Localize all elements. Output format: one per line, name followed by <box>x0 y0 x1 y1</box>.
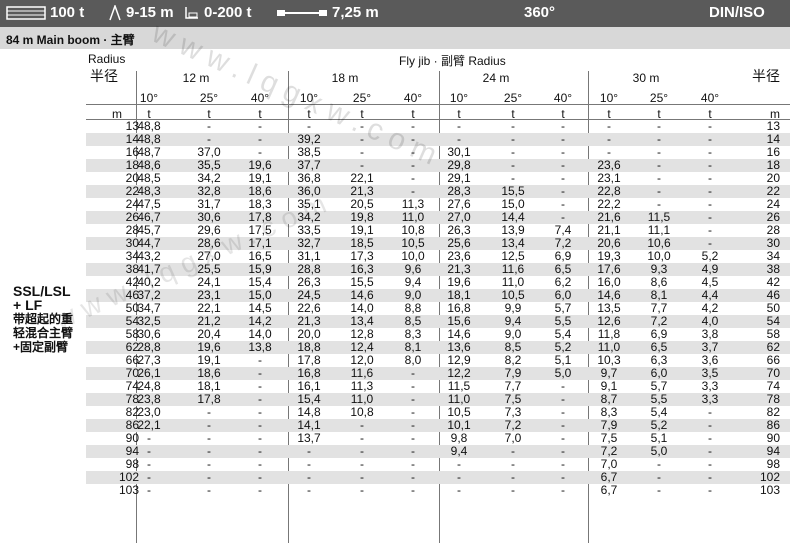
sl-counterweight-label: 0-200 t <box>204 4 252 21</box>
width-label: 7,25 m <box>332 4 379 21</box>
table-row: 94- - - - - -9,4- -7,2 5,0-94 <box>86 445 790 458</box>
angle-header-11: 25° <box>649 91 669 105</box>
radius-header-right-cn: 半径 <box>752 68 780 84</box>
table-row: 20 48,5 34,2 19,1 36,8 22,1-29,1- -23,1- -20 <box>86 172 790 185</box>
table-row: 42 40,2 24,1 15,4 26,3 15,5 9,4 19,6 11,0 6,2 16,0… <box>86 276 790 289</box>
boom-config-label: 84 m Main boom · 主臂 <box>6 33 135 47</box>
spec-bar: 100 t 9-15 m 0-200 t 7,25 m 360° DIN/ISO <box>0 0 790 27</box>
table-row: 54 32,5 21,2 14,2 21,3 13,4 8,5 15,6 9,4 5,5 12,6 7… <box>86 315 790 328</box>
angle-header-6: 40° <box>403 91 423 105</box>
boom-config-header: 84 m Main boom · 主臂 <box>0 27 790 49</box>
width-item: 7,25 m <box>276 4 379 21</box>
table-row: 90- - -13,7- -9,8 7,0-7,5 5,1-90 <box>86 432 790 445</box>
capacity-cell: 6,7 <box>600 483 618 497</box>
capacity-cell: - <box>258 483 262 497</box>
config-cn-2: 轻混合主臂 <box>13 326 74 340</box>
table-row: 74 24,8 18,1-16,1 11,3-11,5 7,7-9,1 5,7 3,3 74 <box>86 380 790 393</box>
slew-label: 360° <box>524 4 556 21</box>
capacity-cell: - <box>207 483 211 497</box>
angle-header-2: 25° <box>199 91 219 105</box>
angle-header-3: 40° <box>250 91 270 105</box>
table-row: 78 23,8 17,8-15,4 11,0-11,0 7,5-8,7 5,5 3,3 78 <box>86 393 790 406</box>
superlift-mast-icon <box>109 5 121 21</box>
table-row: 26 46,7 30,6 17,8 34,2 19,8 11,0 27,0 14,4-21,6 1… <box>86 211 790 224</box>
capacity-cell: - <box>360 483 364 497</box>
superlift-label: 9-15 m <box>126 4 174 21</box>
config-line1: SSL/LSL <box>13 283 71 299</box>
capacity-cell: - <box>708 483 712 497</box>
config-cn-1: 带超起的重 <box>13 312 74 326</box>
angle-header-8: 25° <box>503 91 523 105</box>
angle-header-7: 10° <box>449 91 469 105</box>
jib-length-4: 30 m <box>632 71 660 85</box>
angle-header-12: 40° <box>700 91 720 105</box>
angle-header-10: 10° <box>599 91 619 105</box>
table-row: 38 41,7 25,5 15,9 28,8 16,3 9,6 21,3 11,6 6,5 17,6… <box>86 263 790 276</box>
counterweight-icon <box>6 6 46 20</box>
table-row: 62 28,8 19,6 13,8 18,8 12,4 8,1 13,6 8,5 5,2 11,0 6… <box>86 341 790 354</box>
capacity-cell: - <box>307 483 311 497</box>
angle-header-9: 40° <box>553 91 573 105</box>
table-row: 30 44,7 28,6 17,1 32,7 18,5 10,5 25,6 13,4 7,2 20,… <box>86 237 790 250</box>
table-row: 46 37,2 23,1 15,0 24,5 14,6 9,0 18,1 10,5 6,0 14,6… <box>86 289 790 302</box>
sl-counterweight-icon <box>185 7 198 19</box>
table-row: 86 22,1- -14,1- -10,1 7,2-7,9 5,2-86 <box>86 419 790 432</box>
radius-cell-right: 103 <box>759 483 780 497</box>
capacity-cell: - <box>511 483 515 497</box>
table-row: 102- - - - - - - - -6,7- -102 <box>86 471 790 484</box>
crawler-width-icon <box>277 10 327 17</box>
fly-jib-header: Fly jib · 副臂 Radius <box>399 54 506 68</box>
table-row: 34 43,2 27,0 16,5 31,1 17,3 10,0 23,6 12,5 6,9 19,… <box>86 250 790 263</box>
capacity-cell: - <box>457 483 461 497</box>
table-row: 50 34,7 22,1 14,5 22,6 14,0 8,8 16,8 9,9 5,7 13,5 7… <box>86 302 790 315</box>
table-row: 98- - - - - - - - -7,0- -98 <box>86 458 790 471</box>
capacity-cell: - <box>561 483 565 497</box>
table-row: 24 47,5 31,7 18,3 35,1 20,5 11,3 27,6 15,0-22,2-… <box>86 198 790 211</box>
radius-header: Radius <box>88 52 126 66</box>
configuration-label: SSL/LSL + LF 带超起的重 轻混合主臂 +固定副臂 <box>13 284 83 354</box>
table-row: 22 48,3 32,8 18,6 36,0 21,3-28,3 15,5-22,8- -22 <box>86 185 790 198</box>
config-line2: + LF <box>13 297 43 313</box>
capacity-cell: - <box>147 483 151 497</box>
table-row: 16 48,7 37,0-38,5- -30,1- - - - -16 <box>86 146 790 159</box>
table-row: 18 48,6 35,5 19,6 37,7- -29,8- -23,6- -18 <box>86 159 790 172</box>
sl-counterweight-item: 0-200 t <box>182 4 252 21</box>
header-rule <box>86 104 790 105</box>
table-row: 14 48,8- -39,2- - - - - - - -14 <box>86 133 790 146</box>
jib-length-3: 24 m <box>482 71 510 85</box>
table-row: 70 26,1 18,6-16,8 11,6-12,2 7,9 5,0 9,7 6,0 3,5 7… <box>86 367 790 380</box>
standard-label: DIN/ISO <box>709 4 765 21</box>
angle-header-4: 10° <box>299 91 319 105</box>
table-row: 82 23,0- -14,8 10,8-10,5 7,3-8,3 5,4-82 <box>86 406 790 419</box>
counterweight-item: 100 t <box>6 4 84 21</box>
table-row: 28 45,7 29,6 17,5 33,5 19,1 10,8 26,3 13,9 7,4 21,… <box>86 224 790 237</box>
config-cn-3: +固定副臂 <box>13 340 69 354</box>
counterweight-label: 100 t <box>50 4 85 21</box>
angle-header-5: 25° <box>352 91 372 105</box>
superlift-item: 9-15 m <box>108 4 174 21</box>
jib-length-1: 12 m <box>182 71 210 85</box>
capacity-cell: - <box>411 483 415 497</box>
table-row: 13 48,8- - - - - - - - - - -13 <box>86 120 790 133</box>
capacity-cell: - <box>657 483 661 497</box>
table-row: 66 27,3 19,1-17,8 12,0 8,0 12,9 8,2 5,1 10,3 6,3 3… <box>86 354 790 367</box>
jib-length-2: 18 m <box>331 71 359 85</box>
radius-header-cn: 半径 <box>90 68 118 84</box>
table-row: 103- - - - - - - - -6,7- -103 <box>86 484 790 497</box>
table-row: 58 30,6 20,4 14,0 20,0 12,8 8,3 14,6 9,0 5,4 11,8 6… <box>86 328 790 341</box>
